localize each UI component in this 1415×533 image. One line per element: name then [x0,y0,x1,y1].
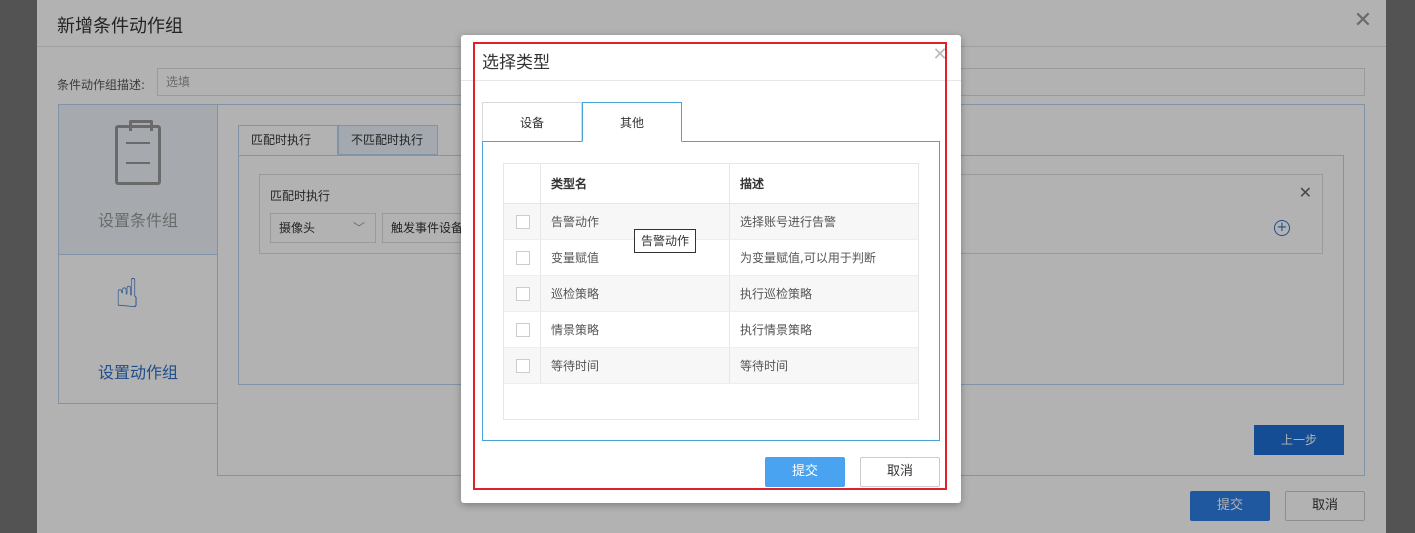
row-type-name: 情景策略 [541,312,730,347]
row-description: 为变量赋值,可以用于判断 [740,251,876,265]
modal-divider [461,80,961,81]
row-description: 执行巡检策略 [740,287,813,301]
table-row[interactable]: 等待时间 等待时间 [504,348,918,384]
header-checkbox-cell [504,164,541,203]
row-checkbox[interactable] [516,251,530,265]
header-description: 描述 [740,177,765,191]
modal-title: 选择类型 [482,53,550,73]
row-checkbox[interactable] [516,323,530,337]
row-checkbox[interactable] [516,287,530,301]
checkbox-cell [504,348,541,383]
table-row[interactable]: 变量赋值 为变量赋值,可以用于判断 [504,240,918,276]
row-description: 执行情景策略 [740,323,813,337]
table-header: 类型名 描述 [504,164,918,204]
tab-other-panel: 类型名 描述 告警动作 选择账号进行告警 变量赋值 为变量赋值,可以用于判断 巡… [482,141,940,441]
type-table: 类型名 描述 告警动作 选择账号进行告警 变量赋值 为变量赋值,可以用于判断 巡… [503,163,919,420]
checkbox-cell [504,312,541,347]
checkbox-cell [504,204,541,239]
row-checkbox[interactable] [516,215,530,229]
hover-tooltip: 告警动作 [634,229,697,253]
select-type-modal: 选择类型 ✕ 设备 其他 类型名 描述 告警动作 选择账号进行告警 变量赋值 为… [461,35,961,503]
checkbox-cell [504,240,541,275]
row-description: 等待时间 [740,359,789,373]
row-checkbox[interactable] [516,359,530,373]
row-type-name: 等待时间 [541,348,730,383]
cancel-button[interactable]: 取消 [860,457,940,487]
table-row[interactable]: 告警动作 选择账号进行告警 [504,204,918,240]
table-row[interactable]: 巡检策略 执行巡检策略 [504,276,918,312]
modal-close-icon[interactable]: ✕ [931,46,949,64]
tab-device[interactable]: 设备 [482,102,582,142]
row-type-name: 巡检策略 [541,276,730,311]
submit-button[interactable]: 提交 [765,457,845,487]
header-type-name: 类型名 [541,164,730,203]
checkbox-cell [504,276,541,311]
row-description: 选择账号进行告警 [740,215,837,229]
table-row[interactable]: 情景策略 执行情景策略 [504,312,918,348]
tab-other[interactable]: 其他 [582,102,682,142]
